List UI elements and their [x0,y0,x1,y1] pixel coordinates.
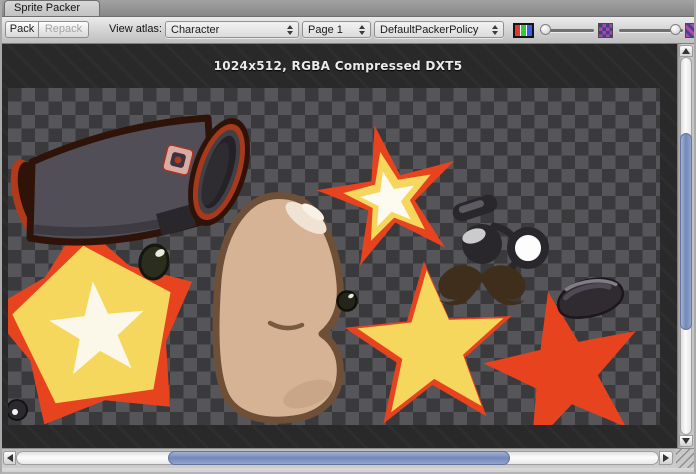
atlas-info-label: 1024x512, RGBA Compressed DXT5 [2,44,674,88]
atlas-preview-area: 1024x512, RGBA Compressed DXT5 [2,44,694,448]
atlas-dropdown-value: Character [171,24,219,36]
left-arrow-icon [7,454,13,462]
toolbar: Pack Repack View atlas: Character Page 1… [2,17,694,44]
horizontal-scroll-thumb[interactable] [168,451,510,465]
resize-grip[interactable] [676,449,694,468]
view-atlas-label: View atlas: [90,23,162,35]
policy-dropdown[interactable]: DefaultPackerPolicy [374,21,504,38]
sprite-eyebrow [450,192,499,223]
atlas-canvas [8,88,660,425]
sprite-cannon-horn [8,110,262,244]
sprite-black-jelly-bean [554,273,627,324]
dropdown-arrows-icon [359,25,365,35]
horizontal-scrollbar[interactable] [2,448,694,468]
right-arrow-icon [663,454,669,462]
dropdown-arrows-icon [287,25,293,35]
scroll-right-button[interactable] [659,451,673,465]
slider-knob[interactable] [540,24,551,35]
tab-sprite-packer[interactable]: Sprite Packer [4,0,100,16]
texture-preview-icon [598,23,613,38]
color-mip-slider[interactable] [540,21,594,39]
scroll-left-button[interactable] [3,451,16,465]
dropdown-arrows-icon [492,25,498,35]
window-bottom-edge [2,468,694,473]
sprite-bean-character [216,196,340,421]
texture-preview-icon [685,23,696,38]
pack-button[interactable]: Pack [5,21,39,38]
down-arrow-icon [682,438,690,444]
sprite-eye [460,224,513,264]
sprite-small-ball [8,400,27,420]
repack-button[interactable]: Repack [38,21,89,38]
tab-title: Sprite Packer [14,2,80,14]
alpha-mip-slider[interactable] [619,21,683,39]
sprite-explosion-burst-small [316,126,454,266]
page-dropdown-value: Page 1 [308,24,343,36]
policy-dropdown-value: DefaultPackerPolicy [380,24,478,36]
rgb-channels-icon[interactable] [513,23,534,38]
vertical-scroll-thumb[interactable] [680,133,692,330]
vertical-scrollbar[interactable] [677,44,694,448]
slider-knob[interactable] [670,24,681,35]
sprite-mustache [438,265,525,305]
page-dropdown[interactable]: Page 1 [302,21,371,38]
tab-bar: Sprite Packer [2,0,694,17]
sprite-olive-small [338,292,357,311]
scroll-up-button[interactable] [679,45,693,57]
up-arrow-icon [682,48,690,54]
sprite-packer-window: Sprite Packer Pack Repack View atlas: Ch… [0,0,696,474]
scroll-down-button[interactable] [679,435,693,447]
atlas-dropdown[interactable]: Character [165,21,299,38]
